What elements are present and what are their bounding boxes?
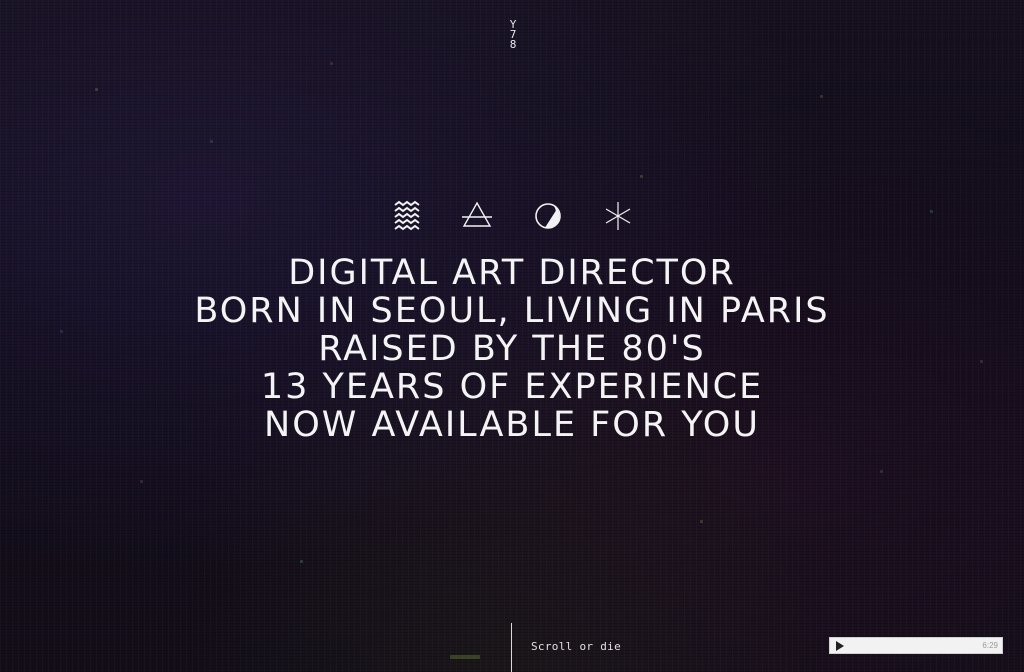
asterisk-star-icon xyxy=(605,202,631,230)
headline-line: RAISED BY THE 80'S xyxy=(318,329,706,369)
headline-line: BORN IN SEOUL, LIVING IN PARIS xyxy=(194,291,830,331)
background-speck xyxy=(700,520,703,523)
headline-line: DIGITAL ART DIRECTOR xyxy=(288,253,736,293)
background-speck xyxy=(640,175,643,178)
water-waves-icon xyxy=(394,200,420,231)
audio-time: 6:29 xyxy=(982,641,998,650)
headline-line: 13 YEARS OF EXPERIENCE xyxy=(260,367,764,407)
scroll-divider-line xyxy=(511,623,512,672)
element-icons-row xyxy=(392,200,632,232)
background-speck xyxy=(140,480,143,483)
background-speck xyxy=(930,210,933,213)
headline-line: NOW AVAILABLE FOR YOU xyxy=(264,405,760,445)
hero-stage: Y 7 8 DIGITAL ART DIRECTOR BORN IN SEOUL… xyxy=(0,0,1024,672)
background-speck xyxy=(450,655,480,659)
half-moon-circle-icon xyxy=(535,203,561,229)
audio-player[interactable]: 6:29 xyxy=(829,637,1003,654)
bio-headline: DIGITAL ART DIRECTOR BORN IN SEOUL, LIVI… xyxy=(0,254,1024,444)
site-logo[interactable]: Y 7 8 xyxy=(506,19,520,51)
background-speck xyxy=(820,95,823,98)
play-icon[interactable] xyxy=(836,641,844,651)
logo-letter: 8 xyxy=(509,38,517,51)
background-speck xyxy=(330,62,333,65)
background-speck xyxy=(210,140,213,143)
air-triangle-icon xyxy=(462,201,492,227)
scroll-prompt[interactable]: Scroll or die xyxy=(531,640,621,653)
background-speck xyxy=(95,88,98,91)
background-speck xyxy=(880,470,883,473)
background-speck xyxy=(300,560,303,563)
